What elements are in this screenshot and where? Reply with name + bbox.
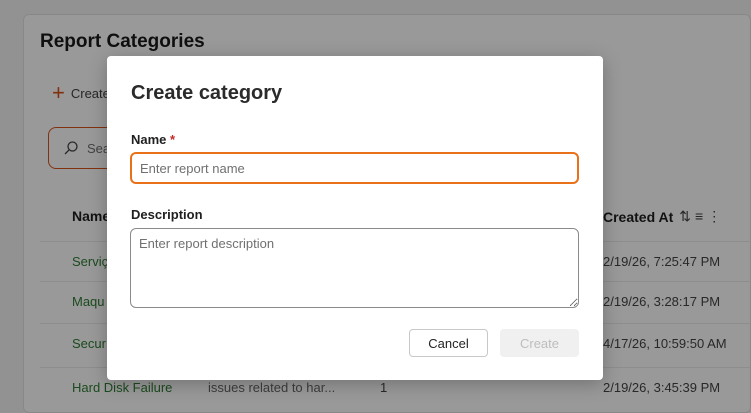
name-label-text: Name xyxy=(131,132,167,147)
create-category-dialog: Create category Name * Description Cance… xyxy=(107,56,603,380)
cancel-button[interactable]: Cancel xyxy=(409,329,488,357)
name-field-label: Name * xyxy=(131,132,175,147)
description-field-label: Description xyxy=(131,207,203,222)
name-input[interactable] xyxy=(130,152,579,184)
create-button[interactable]: Create xyxy=(500,329,579,357)
required-marker: * xyxy=(170,132,176,147)
description-input[interactable] xyxy=(130,228,579,308)
dialog-title: Create category xyxy=(131,82,283,104)
